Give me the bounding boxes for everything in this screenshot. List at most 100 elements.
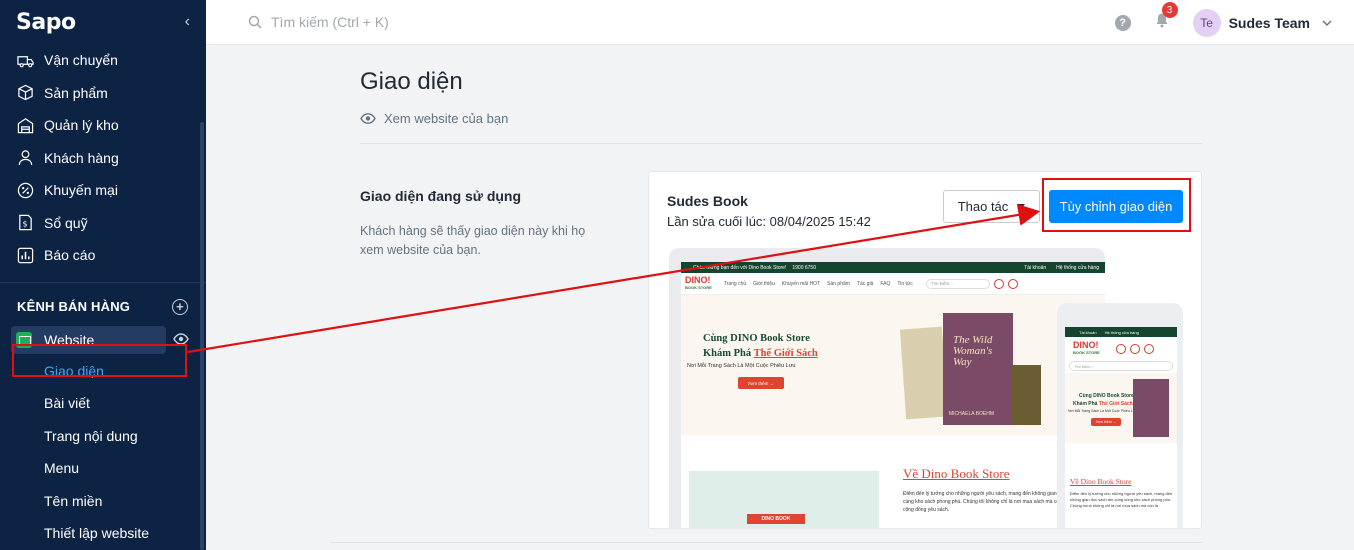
hero-line2b: Thế Giới Sách	[753, 348, 818, 359]
preview-welcome: Chào mừng bạn đến với Dino Book Store!	[693, 264, 787, 271]
collapse-sidebar-icon[interactable]: ‹	[185, 13, 190, 31]
sidebar-subitem-posts[interactable]: Bài viết	[0, 387, 206, 420]
view-website-label[interactable]: Xem website của bạn	[384, 111, 508, 126]
sidebar-subitem-menu[interactable]: Menu	[0, 452, 206, 485]
book-title: The Wild Woman's Way	[953, 334, 993, 368]
sidebar: Sapo ‹ Vận chuyển Sản phẩm Quản lý kho K…	[0, 0, 206, 550]
cashbook-icon: $	[16, 214, 34, 232]
menu-icon	[1143, 344, 1154, 354]
preview-nav-item: FAQ	[880, 280, 891, 287]
add-channel-icon[interactable]: +	[172, 298, 188, 315]
preview-hotline: 1900 6750	[792, 264, 816, 271]
actions-dropdown-button[interactable]: Thao tác	[943, 190, 1040, 223]
mobile-preview-screen: Tài khoản Hệ thống cửa hàng DINO! BOOK ST…	[1065, 327, 1177, 528]
preview-logo-sub: BOOK STORE	[685, 284, 712, 290]
notification-badge: 3	[1161, 2, 1178, 18]
help-icon[interactable]: ?	[1114, 14, 1131, 31]
current-theme-description: Khách hàng sẽ thấy giao diện này khi họ …	[360, 224, 586, 257]
mobile-logo: DINO! BOOK STORE	[1073, 341, 1100, 357]
sidebar-item-customers[interactable]: Khách hàng	[0, 142, 206, 175]
sidebar-item-inventory[interactable]: Quản lý kho	[0, 109, 206, 142]
mobile-topbar: Tài khoản Hệ thống cửa hàng	[1065, 327, 1177, 337]
mobile-hero-line2b: Thế Giới Sách	[1098, 401, 1133, 407]
cart-icon	[1129, 344, 1140, 354]
mobile-book-cover	[1133, 379, 1169, 437]
topbar-right: ? 3 Te Sudes Team	[1114, 0, 1332, 45]
sidebar-item-products[interactable]: Sản phẩm	[0, 77, 206, 110]
sidebar-item-shipping[interactable]: Vận chuyển	[0, 44, 206, 77]
sidebar-divider	[0, 281, 206, 283]
sidebar-item-label: Sản phẩm	[44, 84, 108, 101]
chevron-down-icon[interactable]	[1322, 20, 1332, 26]
view-website-link[interactable]: Xem website của bạn	[360, 111, 508, 126]
caret-down-icon	[1017, 204, 1026, 209]
sidebar-scrollbar[interactable]	[200, 122, 204, 550]
desktop-preview-screen: Chào mừng bạn đến với Dino Book Store! 1…	[681, 262, 1105, 528]
mobile-about-title: Về Dino Book Store	[1070, 477, 1132, 486]
sidebar-header: Sapo ‹	[0, 0, 206, 44]
book-cover-2: The Wild Woman's Way MICHAELA BOEHM	[943, 313, 1013, 425]
preview-nav-item: Tác giả	[856, 280, 874, 287]
user-name[interactable]: Sudes Team	[1229, 15, 1310, 31]
hero-line3: Nơi Mỗi Trang Sách Là Một Cuộc Phiêu Lưu	[687, 363, 796, 369]
desktop-preview: Chào mừng bạn đến với Dino Book Store! 1…	[669, 248, 1105, 528]
sidebar-subitem-pages[interactable]: Trang nội dung	[0, 420, 206, 453]
sidebar-subitem-website-settings[interactable]: Thiết lập website	[0, 517, 206, 550]
store-sign: DINO BOOK	[747, 514, 805, 524]
hero-line2: Khám Phá Thế Giới Sách	[703, 348, 818, 359]
sidebar-item-label: Vận chuyển	[44, 52, 118, 69]
sales-channels-header: KÊNH BÁN HÀNG +	[0, 293, 206, 321]
sidebar-item-reports[interactable]: Báo cáo	[0, 239, 206, 272]
avatar[interactable]: Te	[1192, 8, 1221, 37]
preview-nav: DINO! BOOK STORE Trang chủ Giới thiệu Khu…	[681, 273, 1105, 295]
mobile-stores: Hệ thống cửa hàng	[1104, 329, 1139, 335]
cart-icon	[1007, 278, 1018, 289]
footer-divider	[330, 542, 1202, 543]
mobile-hero: Cùng DINO Book Store Khám Phá Thế Giới S…	[1065, 373, 1177, 443]
hero-line2a: Khám Phá	[703, 348, 752, 359]
sidebar-item-label: Báo cáo	[44, 247, 96, 264]
chart-icon	[16, 246, 34, 264]
preview-search: Tìm kiếm...	[925, 278, 990, 289]
sapo-logo[interactable]: Sapo	[16, 10, 76, 35]
hero-line1: Cùng DINO Book Store	[703, 333, 810, 344]
mobile-hero-button: Xem thêm →	[1091, 418, 1121, 426]
mobile-preview: Tài khoản Hệ thống cửa hàng DINO! BOOK ST…	[1057, 303, 1183, 528]
percent-icon	[16, 181, 34, 199]
header-divider	[360, 143, 1202, 144]
truck-icon	[16, 51, 34, 69]
page-title: Giao diện	[360, 68, 463, 95]
preview-nav-item: Tin tức	[897, 280, 913, 287]
user-icon	[16, 149, 34, 167]
wishlist-icon	[993, 278, 1004, 289]
mobile-search: Tìm kiếm...	[1069, 361, 1173, 371]
mobile-hero-line3: Nơi Mỗi Trang Sách Là Một Cuộc Phiêu Lưu	[1068, 409, 1138, 413]
hero-button: Xem thêm →	[738, 377, 784, 389]
mobile-nav: DINO! BOOK STORE	[1065, 337, 1177, 361]
mobile-about-text: Điểm đến lý tưởng cho những người yêu sá…	[1070, 491, 1173, 508]
sidebar-item-label: Khách hàng	[44, 149, 119, 166]
preview-hero: Cùng DINO Book Store Khám Phá Thế Giới S…	[681, 295, 1105, 435]
sales-channels-title: KÊNH BÁN HÀNG	[17, 299, 131, 314]
preview-nav-item: Sản phẩm	[827, 280, 850, 287]
wishlist-icon	[1115, 344, 1126, 354]
notification-bell[interactable]: 3	[1155, 2, 1178, 33]
box-icon	[16, 84, 34, 102]
sidebar-subitem-domains[interactable]: Tên miền	[0, 485, 206, 518]
preview-account: Tài khoản	[1024, 264, 1047, 271]
book-author: MICHAELA BOEHM	[949, 411, 995, 417]
theme-last-edited: Lần sửa cuối lúc: 08/04/2025 15:42	[667, 214, 871, 229]
search-bar[interactable]: Tìm kiếm (Ctrl + K)	[248, 14, 389, 30]
svg-text:$: $	[22, 220, 27, 229]
sidebar-item-label: Quản lý kho	[44, 117, 119, 134]
search-placeholder[interactable]: Tìm kiếm (Ctrl + K)	[271, 14, 389, 30]
preview-nav-item: Trang chủ	[723, 280, 747, 287]
annotation-box-customize	[1042, 178, 1191, 232]
sidebar-item-cashbook[interactable]: $ Sổ quỹ	[0, 207, 206, 240]
annotation-box-themes	[12, 344, 187, 377]
search-icon	[248, 15, 262, 29]
mobile-hero-line2: Khám Phá Thế Giới Sách	[1073, 401, 1133, 407]
sidebar-item-promotions[interactable]: Khuyến mại	[0, 174, 206, 207]
eye-icon	[360, 113, 376, 124]
sidebar-item-label: Sổ quỹ	[44, 214, 88, 231]
